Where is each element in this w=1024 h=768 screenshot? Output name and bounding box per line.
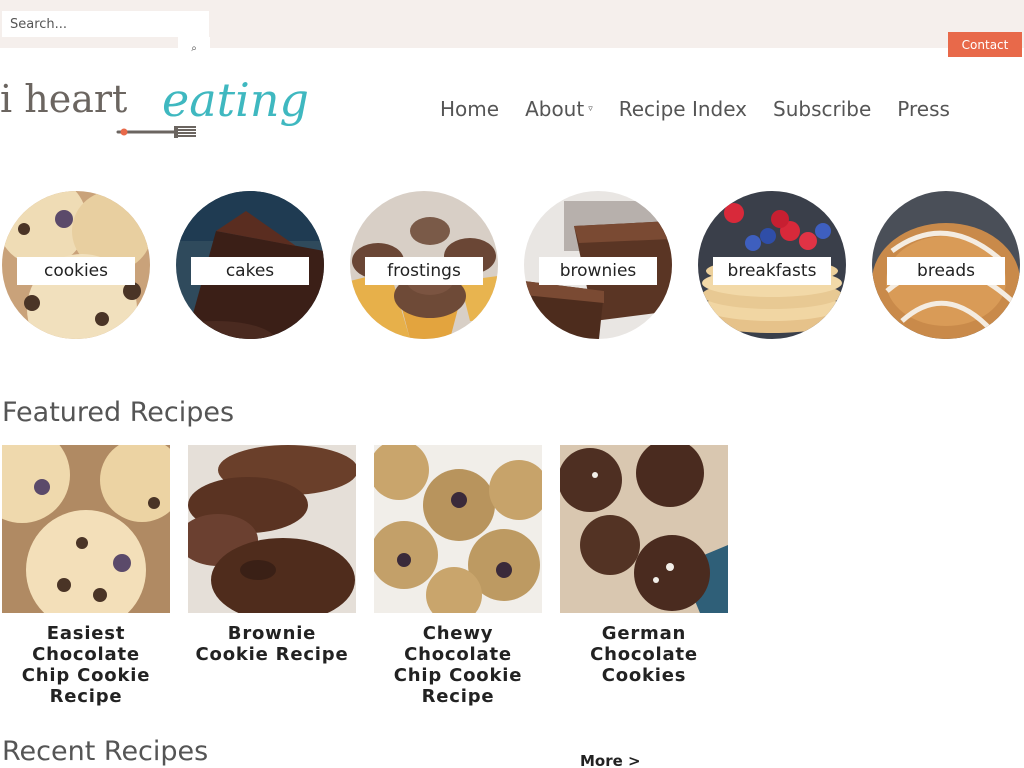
contact-button[interactable]: Contact — [948, 32, 1022, 57]
svg-text:eating: eating — [162, 73, 309, 127]
logo-graphic: i heart eating — [0, 73, 309, 138]
svg-text:i heart: i heart — [0, 77, 127, 121]
category-label: cakes — [191, 257, 309, 285]
featured-recipes-heading: Featured Recipes — [2, 397, 235, 428]
nav-about[interactable]: About ▿ — [525, 97, 593, 121]
chevron-down-icon: ▿ — [588, 104, 593, 114]
category-label: cookies — [17, 257, 135, 285]
site-logo[interactable]: i heart eating — [0, 66, 310, 146]
recipe-image — [2, 445, 170, 613]
recipe-title: Brownie Cookie Recipe — [195, 623, 349, 665]
category-label: frostings — [365, 257, 483, 285]
category-label: breakfasts — [713, 257, 831, 285]
recipe-image — [188, 445, 356, 613]
nav-press-label: Press — [897, 97, 950, 121]
category-breads[interactable]: breads — [872, 191, 1020, 339]
category-label: brownies — [539, 257, 657, 285]
nav-recipe-index-label: Recipe Index — [618, 97, 748, 121]
category-label: breads — [887, 257, 1005, 285]
recipe-image — [374, 445, 542, 613]
recipe-title: Easiest Chocolate Chip Cookie Recipe — [21, 623, 151, 707]
nav-home-label: Home — [440, 97, 500, 121]
category-list: cookies cakes frostings brownies breakfa… — [2, 191, 1024, 339]
category-cookies[interactable]: cookies — [2, 191, 150, 339]
recipe-card[interactable]: German Chocolate Cookies — [560, 445, 728, 686]
recipe-title: Chewy Chocolate Chip Cookie Recipe — [393, 623, 523, 707]
recipe-card[interactable]: Brownie Cookie Recipe — [188, 445, 356, 665]
nav-subscribe-label: Subscribe — [773, 97, 872, 121]
nav-press[interactable]: Press — [897, 97, 950, 121]
search-icon: ⌕ — [191, 42, 197, 54]
search-button[interactable]: ⌕ — [178, 37, 210, 59]
category-breakfasts[interactable]: breakfasts — [698, 191, 846, 339]
category-frostings[interactable]: frostings — [350, 191, 498, 339]
nav-subscribe[interactable]: Subscribe — [773, 97, 871, 121]
nav-recipe-index[interactable]: Recipe Index — [619, 97, 747, 121]
recent-recipes-heading: Recent Recipes — [2, 736, 209, 767]
search-input[interactable] — [2, 11, 209, 37]
nav-about-label: About — [525, 97, 585, 121]
main-nav: Home About ▿ Recipe Index Subscribe Pres… — [440, 96, 950, 122]
recipe-card[interactable]: Chewy Chocolate Chip Cookie Recipe — [374, 445, 542, 707]
recipe-image — [560, 445, 728, 613]
nav-home[interactable]: Home — [440, 97, 499, 121]
search-box — [2, 11, 209, 37]
category-brownies[interactable]: brownies — [524, 191, 672, 339]
recipe-title: German Chocolate Cookies — [590, 623, 698, 686]
category-cakes[interactable]: cakes — [176, 191, 324, 339]
recipe-card[interactable]: Easiest Chocolate Chip Cookie Recipe — [2, 445, 170, 707]
more-recipes-link[interactable]: More > — [580, 752, 641, 768]
